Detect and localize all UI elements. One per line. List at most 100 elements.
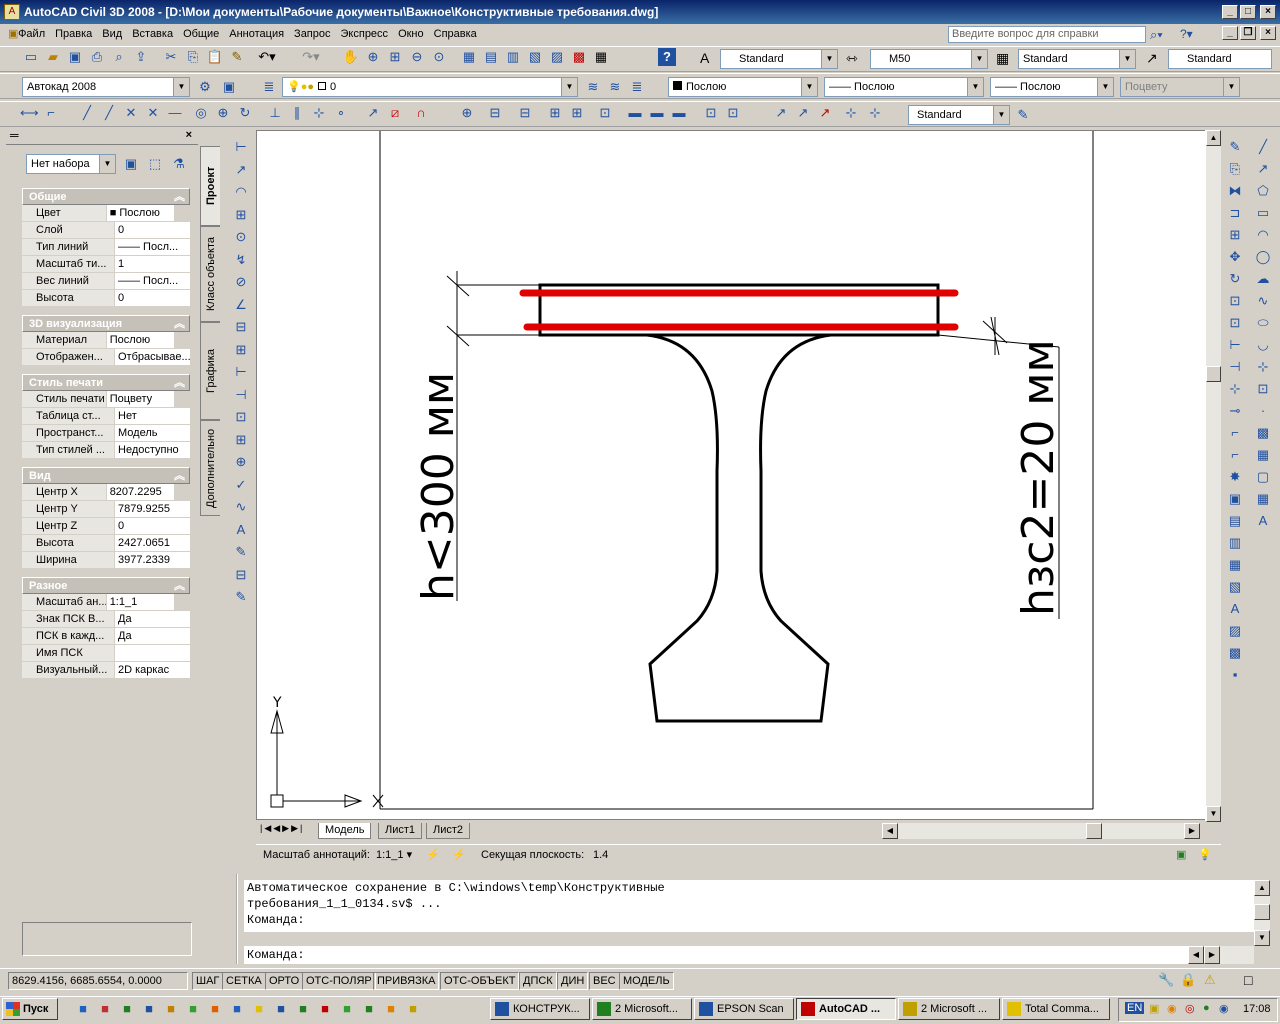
- hatch2-icon[interactable]: ▩: [1254, 424, 1272, 442]
- dim-diameter-icon[interactable]: ⊘: [232, 273, 250, 291]
- property-value[interactable]: 8207.2295: [105, 484, 174, 500]
- menu-query[interactable]: Запрос: [289, 24, 335, 44]
- dim-radius-icon[interactable]: ⊞: [568, 104, 586, 122]
- command-input[interactable]: Команда:: [244, 946, 1188, 964]
- table-icon[interactable]: ▦: [1254, 490, 1272, 508]
- selection-filter-select[interactable]: Нет набора ▼: [26, 154, 116, 174]
- horizontal-scrollbar[interactable]: ◀ ▶: [882, 823, 1200, 839]
- property-row[interactable]: Масштаб ан... 1:1_1: [22, 594, 174, 611]
- line2-icon[interactable]: ╱: [1254, 138, 1272, 156]
- property-row[interactable]: Масштаб ти... 1: [22, 256, 190, 273]
- property-value[interactable]: 1:1_1: [105, 594, 174, 610]
- tab-sheet2[interactable]: Лист2: [426, 823, 471, 839]
- parallel-icon[interactable]: ∥: [288, 104, 306, 122]
- status-model-button[interactable]: МОДЕЛЬ: [619, 972, 674, 990]
- help-icon[interactable]: ?▾: [1180, 27, 1193, 41]
- new-icon[interactable]: ▭: [22, 48, 40, 66]
- tab-project[interactable]: Проект: [200, 146, 220, 226]
- vscroll-thumb[interactable]: [1206, 366, 1221, 382]
- quick-select-icon[interactable]: ⚗: [170, 155, 188, 173]
- menu-window[interactable]: Окно: [393, 24, 429, 44]
- dim-baseline-icon[interactable]: ⊞: [232, 341, 250, 359]
- minimize-button[interactable]: _: [1222, 5, 1238, 19]
- section-plot-style[interactable]: Стиль печати ︽: [22, 374, 190, 391]
- linetype-select[interactable]: —— Послою ▼: [824, 77, 984, 97]
- dbconnect-icon[interactable]: ▩: [570, 48, 588, 66]
- block-icon[interactable]: ▣: [1226, 490, 1244, 508]
- tab-additional[interactable]: Дополнительно: [200, 420, 220, 516]
- tray-icon-5[interactable]: ◉: [1219, 1002, 1229, 1015]
- polygon-icon[interactable]: ⬠: [1254, 182, 1272, 200]
- property-value[interactable]: 1: [114, 256, 190, 272]
- match-props-icon[interactable]: ✎: [228, 48, 246, 66]
- zoom-window-icon[interactable]: ⊞: [386, 48, 404, 66]
- property-row[interactable]: Стиль печати Поцвету: [22, 391, 174, 408]
- clean-screen-icon[interactable]: □: [1244, 972, 1252, 988]
- collapse-icon[interactable]: ︽: [174, 189, 185, 206]
- help-search-input[interactable]: Введите вопрос для справки: [948, 26, 1146, 43]
- cmd-scroll-up[interactable]: ▲: [1254, 880, 1270, 896]
- section-general[interactable]: Общие ︽: [22, 188, 190, 205]
- property-value[interactable]: Отбрасывае...: [114, 349, 190, 365]
- property-row[interactable]: Тип линий —— Посл...: [22, 239, 190, 256]
- doc-icon[interactable]: ▣: [0, 24, 18, 44]
- revcloud-icon[interactable]: ☁: [1254, 270, 1272, 288]
- property-row[interactable]: Центр X 8207.2295: [22, 484, 174, 501]
- dim-update-icon[interactable]: ⊟: [232, 566, 250, 584]
- dim-style-manager-icon[interactable]: ✎: [1014, 106, 1032, 124]
- tray-icon-3[interactable]: ◎: [1185, 1002, 1195, 1015]
- dim-angular-icon[interactable]: ∠: [232, 296, 250, 314]
- properties-icon[interactable]: ▦: [460, 48, 478, 66]
- ole-icon[interactable]: ▩: [1226, 644, 1244, 662]
- property-row[interactable]: Слой 0: [22, 222, 190, 239]
- circle-icon[interactable]: ◎: [192, 104, 210, 122]
- quick-launch-icon[interactable]: ■: [74, 1000, 92, 1018]
- plot-icon[interactable]: ⎙: [88, 48, 106, 66]
- break-icon[interactable]: ⊹: [1226, 380, 1244, 398]
- pan-icon[interactable]: ✋: [342, 48, 360, 66]
- dim-angular-icon[interactable]: ⊡: [596, 104, 614, 122]
- task-autocad[interactable]: AutoCAD ...: [796, 998, 896, 1020]
- node-icon[interactable]: ∘: [332, 104, 350, 122]
- task-epson-scan[interactable]: EPSON Scan: [694, 998, 794, 1020]
- quick-launch-icon[interactable]: ■: [162, 1000, 180, 1018]
- gradient-icon[interactable]: ▦: [1254, 446, 1272, 464]
- annot-autoscale-icon[interactable]: ⚡: [452, 845, 466, 865]
- doc-restore-button[interactable]: ❐: [1240, 26, 1256, 40]
- cmd-scroll-down[interactable]: ▼: [1254, 930, 1270, 946]
- quick-launch-icon[interactable]: ■: [96, 1000, 114, 1018]
- stretch-icon[interactable]: ⊡: [1226, 314, 1244, 332]
- center-icon[interactable]: ⊕: [214, 104, 232, 122]
- paste-icon[interactable]: 📋: [206, 48, 224, 66]
- color-select[interactable]: Послою ▼: [668, 77, 818, 97]
- toggle-pickadd-icon[interactable]: ▣: [122, 155, 140, 173]
- quick-dim-icon[interactable]: ⊟: [232, 318, 250, 336]
- dim-continue-icon[interactable]: ⊢: [232, 363, 250, 381]
- menu-insert[interactable]: Вставка: [127, 24, 178, 44]
- insert-block-icon[interactable]: ⊹: [1254, 358, 1272, 376]
- perp-icon[interactable]: ⊥: [266, 104, 284, 122]
- dim-inspect-icon[interactable]: ✓: [232, 476, 250, 494]
- help-button-icon[interactable]: ?: [658, 48, 676, 66]
- status-dyn-button[interactable]: ДИН: [557, 972, 589, 990]
- property-value[interactable]: Нет: [114, 408, 190, 424]
- scroll-left-button[interactable]: ◀: [882, 823, 898, 839]
- nearest-icon[interactable]: ↗: [364, 104, 382, 122]
- section-misc[interactable]: Разное ︽: [22, 577, 190, 594]
- copy-icon[interactable]: ⎘: [184, 48, 202, 66]
- property-value[interactable]: 2D каркас: [114, 662, 190, 678]
- scroll-up-button[interactable]: ▲: [1206, 130, 1221, 146]
- dash-icon[interactable]: —: [166, 104, 184, 122]
- dim-break-icon[interactable]: ⊡: [232, 408, 250, 426]
- task-excel[interactable]: 2 Microsoft...: [592, 998, 692, 1020]
- ellipse-arc-icon[interactable]: ◡: [1254, 336, 1272, 354]
- tab-sheet1[interactable]: Лист1: [378, 823, 423, 839]
- scale-icon[interactable]: ⊡: [1226, 292, 1244, 310]
- dim-arc-icon[interactable]: ◠: [232, 183, 250, 201]
- quick-launch-icon[interactable]: ■: [294, 1000, 312, 1018]
- quick-launch-icon[interactable]: ■: [382, 1000, 400, 1018]
- dim-edit-icon[interactable]: A: [232, 521, 250, 539]
- palette-close-icon[interactable]: ×: [186, 129, 192, 141]
- property-value[interactable]: Недоступно: [114, 442, 190, 458]
- dim-aligned-icon[interactable]: ⊟: [516, 104, 534, 122]
